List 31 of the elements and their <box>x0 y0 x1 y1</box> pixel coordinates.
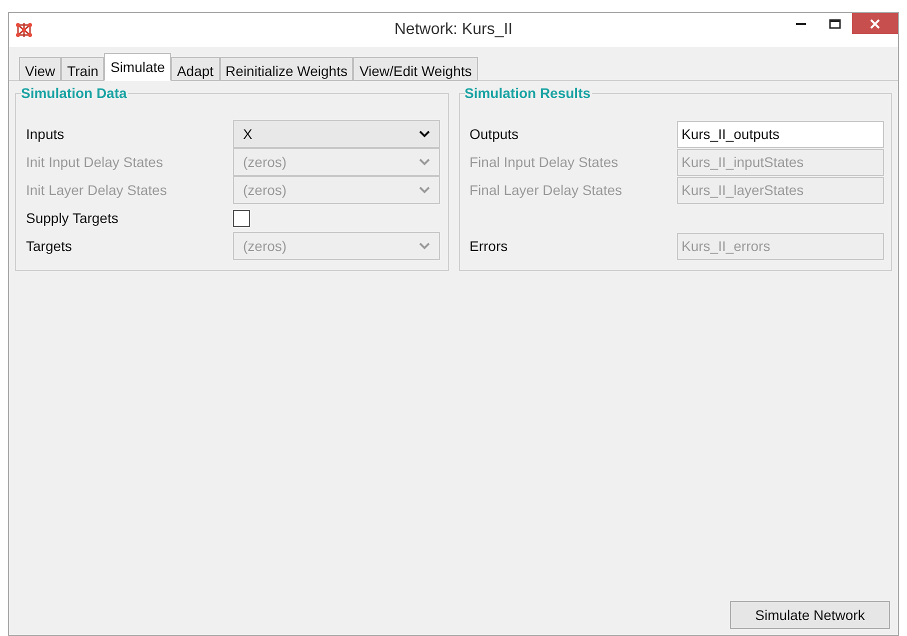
field-label: Init Input Delay States <box>26 152 164 172</box>
group-title: Simulation Data <box>21 85 128 101</box>
tab[interactable]: Simulate <box>104 53 171 81</box>
field-label: Errors <box>470 236 509 256</box>
tab[interactable]: View <box>19 57 62 81</box>
simulate-button[interactable]: Simulate Network <box>730 601 890 629</box>
maximize-icon <box>829 19 841 29</box>
field-label: Final Input Delay States <box>470 152 620 172</box>
chevron-down-icon <box>419 130 430 138</box>
chevron-down-icon <box>419 242 430 250</box>
field-label: Inputs <box>26 124 66 144</box>
field-label: Final Layer Delay States <box>470 180 624 200</box>
app-logo-icon <box>15 21 33 39</box>
chevron-down-icon <box>419 186 430 194</box>
field-label: Supply Targets <box>26 208 120 228</box>
text-field[interactable]: Kurs_II_outputs <box>676 120 884 148</box>
field-label: Targets <box>26 236 73 256</box>
window-title: Network: Kurs_II <box>394 20 513 40</box>
close-icon <box>870 18 880 28</box>
tab[interactable]: Train <box>61 57 104 81</box>
chevron-down-icon <box>419 158 430 166</box>
field-label: Init Layer Delay States <box>26 180 168 200</box>
close-button[interactable] <box>852 13 898 34</box>
group-title: Simulation Results <box>464 85 592 101</box>
dropdown[interactable]: X <box>233 120 440 148</box>
minimize-icon <box>796 22 806 26</box>
tab[interactable]: Reinitialize Weights <box>220 57 354 81</box>
field-label: Outputs <box>470 124 520 144</box>
tab[interactable]: Adapt <box>170 57 220 81</box>
checkbox[interactable] <box>233 210 250 226</box>
tab[interactable]: View/Edit Weights <box>353 57 478 81</box>
